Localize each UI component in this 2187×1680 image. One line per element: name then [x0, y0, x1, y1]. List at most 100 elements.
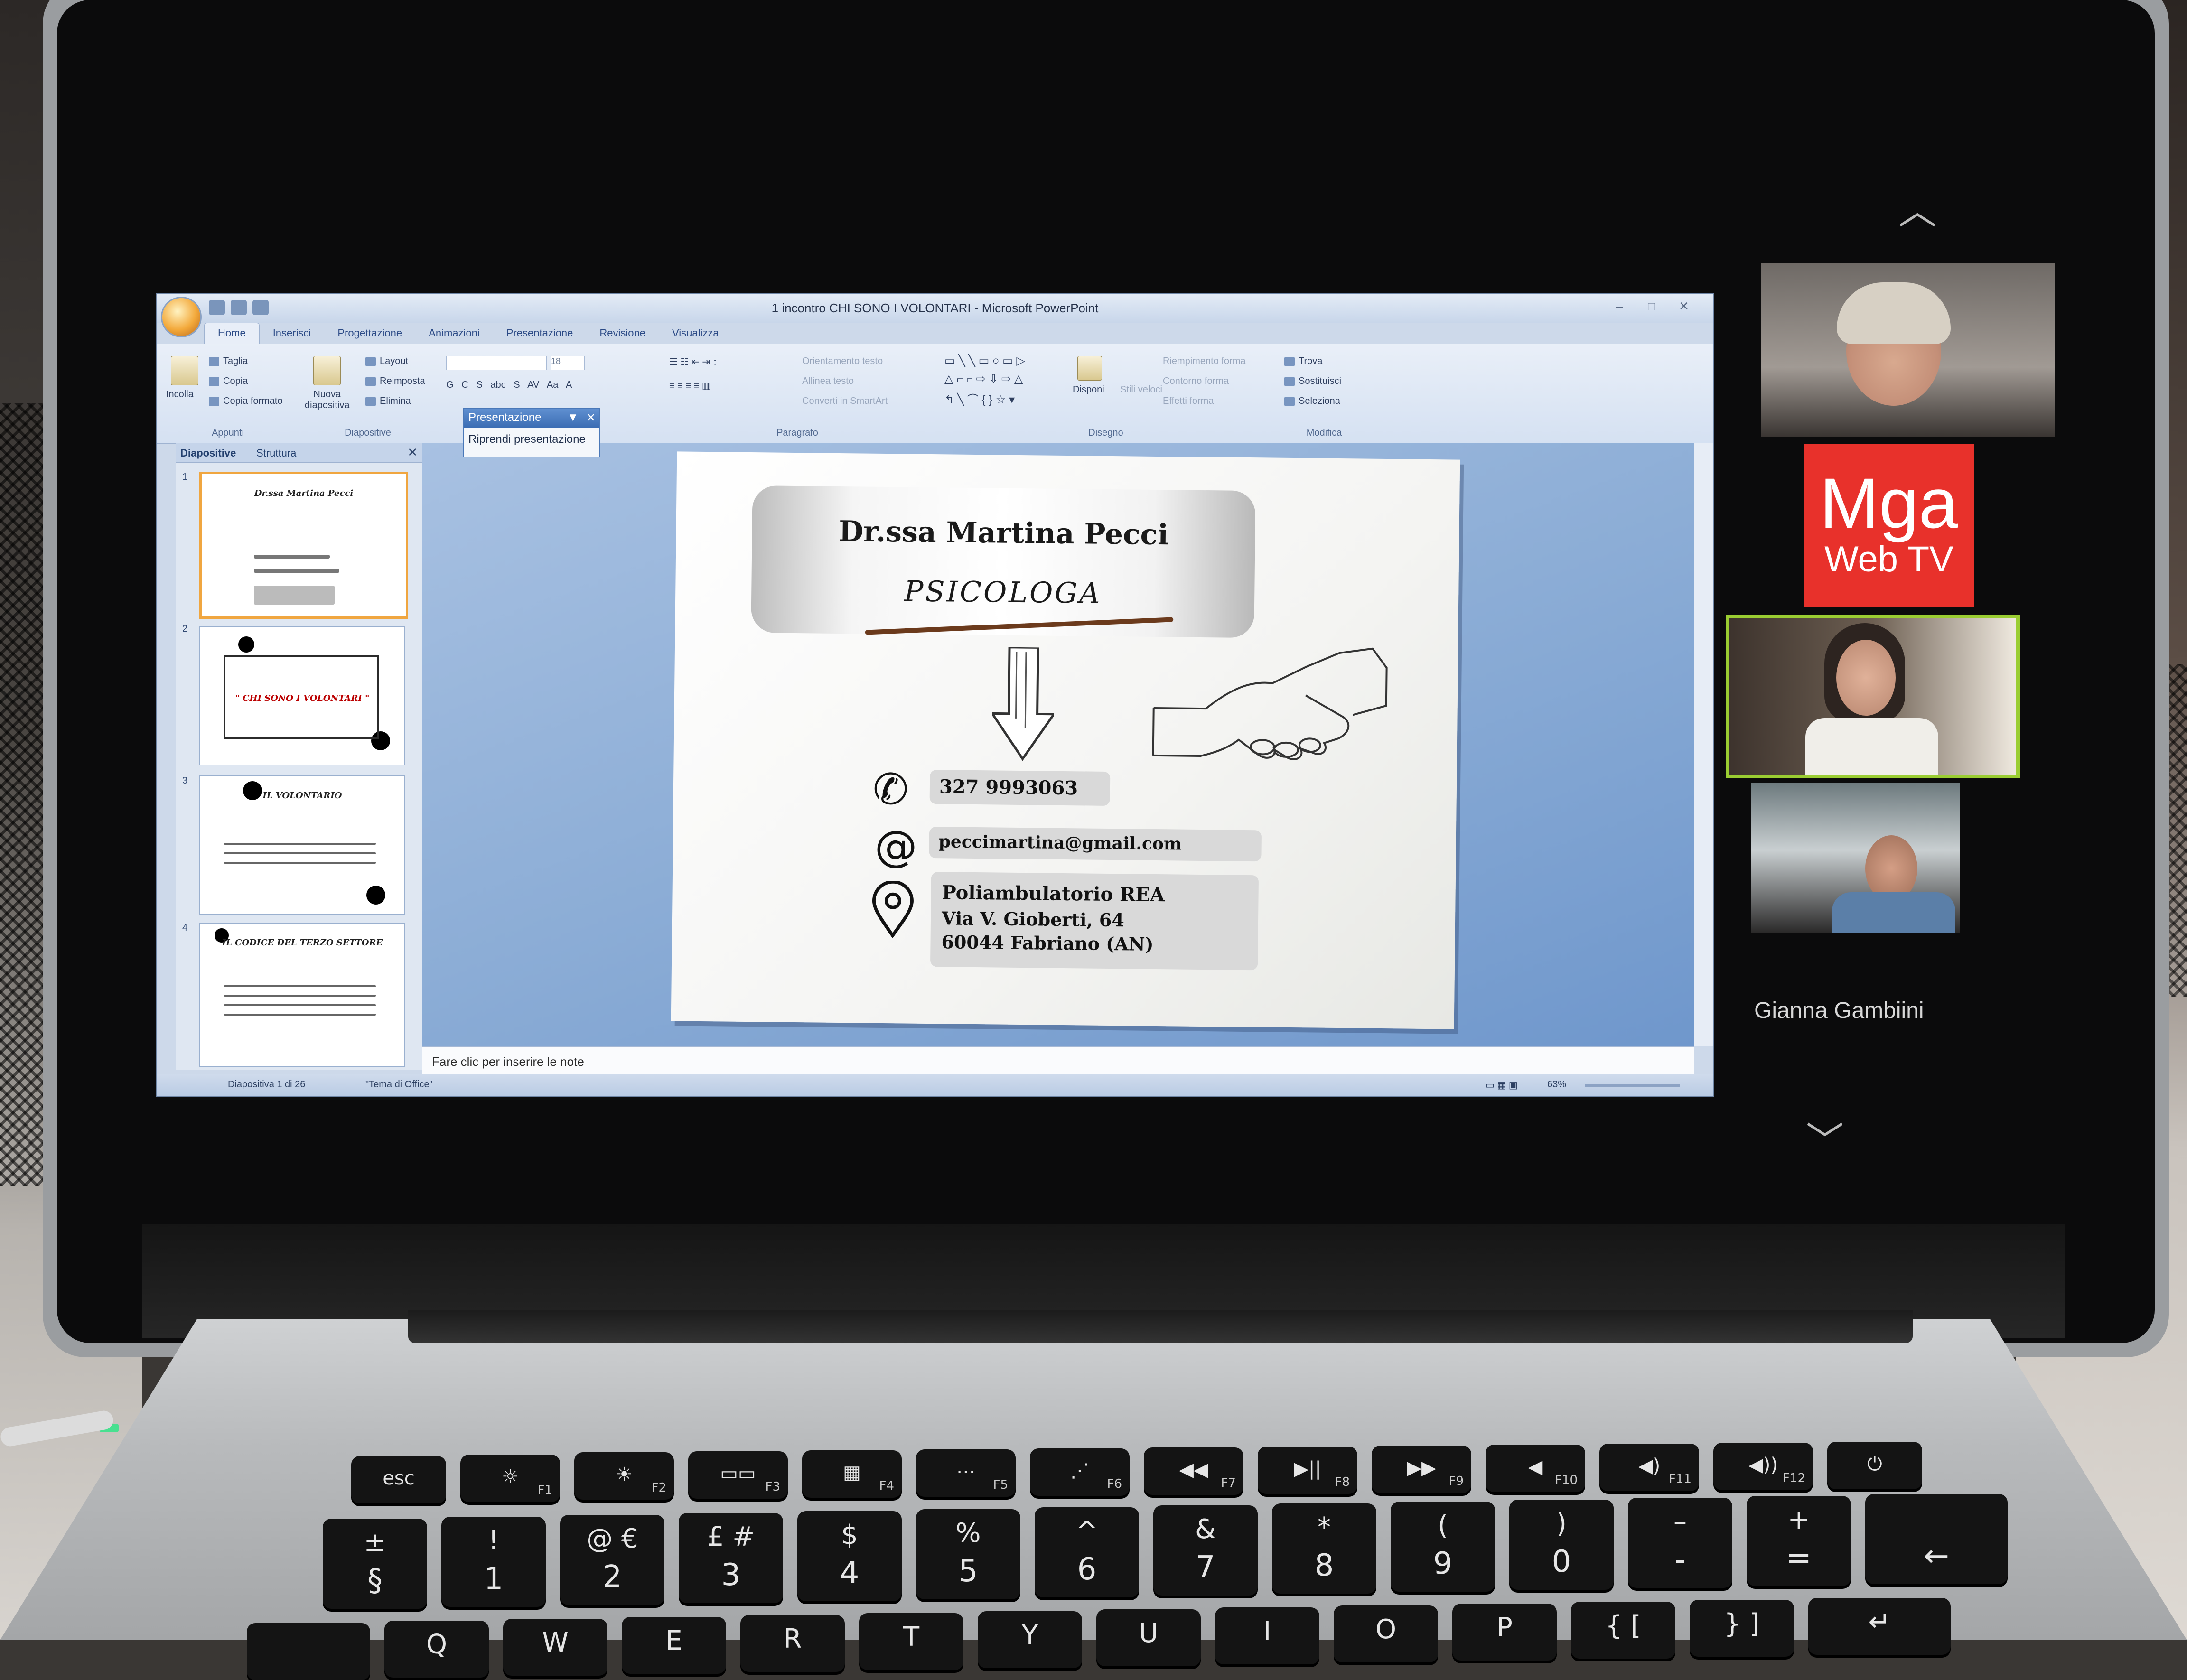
chevron-down-icon[interactable]: ▼: [567, 411, 579, 424]
chevron-down-icon[interactable]: ﹀: [1806, 1111, 1844, 1166]
key-u[interactable]: U: [1096, 1609, 1201, 1666]
font-name-field[interactable]: [446, 356, 547, 370]
new-slide-button[interactable]: Nuova diapositiva: [305, 389, 350, 411]
key-w[interactable]: W: [503, 1619, 608, 1676]
key-3[interactable]: £ # 3: [679, 1513, 783, 1603]
key-7[interactable]: & 7: [1153, 1505, 1258, 1596]
arrange-icon[interactable]: [1077, 356, 1102, 381]
minimize-button[interactable]: –: [1605, 299, 1634, 314]
quick-styles-button[interactable]: Stili veloci: [1120, 384, 1162, 395]
key-o[interactable]: O: [1334, 1605, 1438, 1662]
key-section[interactable]: ± §: [323, 1519, 427, 1609]
close-icon[interactable]: ✕: [407, 445, 418, 460]
replace-button[interactable]: Sostituisci: [1284, 376, 1341, 387]
key-1[interactable]: ! 1: [441, 1517, 546, 1607]
key-backspace[interactable]: ←: [1865, 1494, 2008, 1584]
video-tile-active-speaker[interactable]: [1726, 615, 2020, 778]
notes-pane[interactable]: Fare clic per inserire le note: [422, 1046, 1694, 1075]
key-t[interactable]: T: [859, 1613, 963, 1670]
shapes-gallery[interactable]: ▭ ╲ ╲ ▭ ○ ▭ ▷: [944, 354, 1025, 368]
current-slide[interactable]: Dr.ssa Martina Pecci PSICOLOGA ✆ 327 999…: [671, 451, 1460, 1029]
key-f7[interactable]: ◀◀ F7: [1144, 1447, 1243, 1495]
key-p[interactable]: P: [1452, 1604, 1557, 1661]
vertical-scrollbar[interactable]: [1694, 443, 1713, 1046]
key-minus[interactable]: – -: [1628, 1498, 1732, 1588]
key-f1[interactable]: ☼ F1: [460, 1455, 560, 1502]
key-f2[interactable]: ☀ F2: [574, 1452, 674, 1500]
text-direction-button[interactable]: Orientamento testo: [802, 356, 883, 367]
key-4[interactable]: $4: [797, 1511, 902, 1601]
key-f12[interactable]: ◀)) F12: [1713, 1443, 1813, 1490]
tab-slides[interactable]: Diapositive: [180, 447, 236, 459]
key-f4[interactable]: ▦ F4: [802, 1450, 902, 1498]
key-equals[interactable]: + =: [1747, 1496, 1851, 1586]
layout-button[interactable]: Layout: [365, 356, 408, 367]
maximize-button[interactable]: □: [1637, 299, 1666, 314]
key-i[interactable]: I: [1215, 1607, 1319, 1664]
key-close-bracket[interactable]: } ]: [1690, 1600, 1794, 1657]
paste-button[interactable]: Incolla: [166, 389, 194, 400]
video-tile-participant-3[interactable]: [1751, 783, 1960, 933]
shape-outline-button[interactable]: Contorno forma: [1163, 376, 1229, 387]
key-y[interactable]: Y: [978, 1611, 1082, 1668]
thumbnail-slide-4[interactable]: IL CODICE DEL TERZO SETTORE: [199, 923, 405, 1067]
resume-slideshow-item[interactable]: Riprendi presentazione: [464, 428, 599, 451]
key-power[interactable]: ⏻: [1827, 1442, 1922, 1489]
key-f11[interactable]: ◀) F11: [1599, 1444, 1699, 1491]
close-icon[interactable]: ✕: [586, 411, 596, 425]
format-buttons[interactable]: G C S abc S AV Aa A: [446, 380, 572, 391]
thumbnail-slide-3[interactable]: IL VOLONTARIO: [199, 775, 405, 915]
key-9[interactable]: (9: [1391, 1502, 1495, 1592]
copy-button[interactable]: Copia: [209, 376, 248, 387]
shape-fill-button[interactable]: Riempimento forma: [1163, 356, 1246, 367]
key-f3[interactable]: ▭▭ F3: [688, 1451, 788, 1499]
key-0[interactable]: ) 0: [1509, 1500, 1614, 1590]
key-return[interactable]: ↵: [1808, 1598, 1951, 1655]
tab-slideshow[interactable]: Presentazione: [493, 323, 587, 344]
view-buttons[interactable]: ▭ ▦ ▣: [1486, 1079, 1518, 1091]
key-open-bracket[interactable]: { [: [1571, 1602, 1675, 1659]
key-q[interactable]: Q: [384, 1621, 489, 1678]
key-tab[interactable]: [247, 1623, 370, 1680]
key-f6[interactable]: ⋰ F6: [1030, 1448, 1130, 1496]
close-button[interactable]: ✕: [1670, 299, 1698, 314]
key-f8[interactable]: ▶|| F8: [1258, 1447, 1357, 1494]
key-e[interactable]: E: [622, 1617, 726, 1674]
thumbnail-slide-2[interactable]: " CHI SONO I VOLONTARI ": [199, 626, 405, 765]
list-buttons[interactable]: ☰ ☷ ⇤ ⇥ ↕: [669, 356, 718, 368]
key-r[interactable]: R: [740, 1615, 845, 1672]
key-f5[interactable]: ⋯ F5: [916, 1449, 1016, 1497]
zoom-level[interactable]: 63%: [1547, 1079, 1566, 1090]
tab-home[interactable]: Home: [204, 323, 260, 344]
font-size-field[interactable]: 18: [551, 356, 585, 370]
key-f9[interactable]: ▶▶ F9: [1372, 1446, 1471, 1493]
tab-outline[interactable]: Struttura: [256, 447, 296, 459]
zoom-slider[interactable]: [1585, 1084, 1680, 1087]
tab-review[interactable]: Revisione: [586, 323, 659, 344]
shapes-gallery-row2[interactable]: △ ⌐ ⌐ ⇨ ⇩ ⇨ △: [944, 372, 1023, 386]
format-painter-button[interactable]: Copia formato: [209, 396, 283, 407]
delete-slide-button[interactable]: Elimina: [365, 396, 411, 407]
select-button[interactable]: Seleziona: [1284, 396, 1340, 407]
key-5[interactable]: % 5: [916, 1509, 1020, 1599]
smartart-button[interactable]: Converti in SmartArt: [802, 396, 888, 407]
office-button[interactable]: [162, 298, 200, 336]
cut-button[interactable]: Taglia: [209, 356, 248, 367]
key-2[interactable]: @ € 2: [560, 1515, 664, 1605]
reset-button[interactable]: Reimposta: [365, 376, 425, 387]
align-buttons[interactable]: ≡ ≡ ≡ ≡ ▥: [669, 380, 711, 392]
align-text-button[interactable]: Allinea testo: [802, 376, 854, 387]
key-esc[interactable]: esc: [351, 1456, 446, 1503]
video-tile-brand[interactable]: Mga Web TV: [1804, 444, 1974, 607]
tab-insert[interactable]: Inserisci: [260, 323, 325, 344]
video-tile-participant-1[interactable]: [1761, 263, 2055, 437]
thumbnail-slide-1[interactable]: Dr.ssa Martina Pecci: [199, 472, 408, 619]
find-button[interactable]: Trova: [1284, 356, 1322, 367]
shapes-gallery-row3[interactable]: ↰ ╲ ⌒ { } ☆ ▾: [944, 390, 1015, 407]
key-f10[interactable]: ◀ F10: [1486, 1445, 1585, 1492]
shape-effects-button[interactable]: Effetti forma: [1163, 396, 1214, 407]
arrange-button[interactable]: Disponi: [1073, 384, 1104, 395]
paste-icon[interactable]: [171, 356, 198, 385]
chevron-up-icon[interactable]: ︿: [1898, 180, 1936, 235]
tab-view[interactable]: Visualizza: [659, 323, 732, 344]
